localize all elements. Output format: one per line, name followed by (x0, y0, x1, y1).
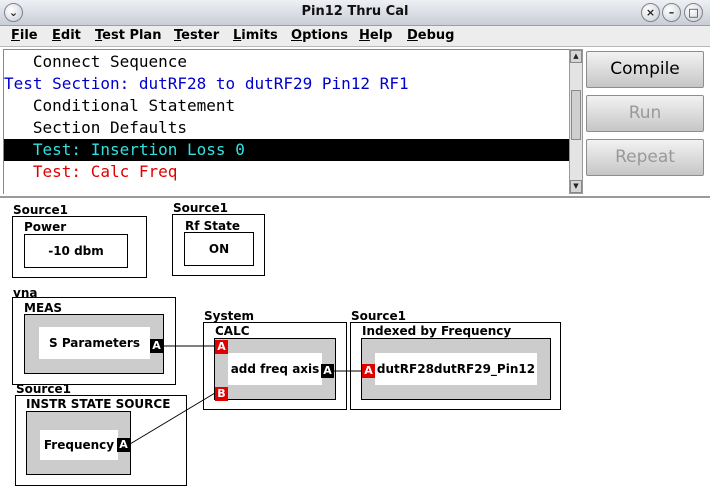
minimize-icon[interactable]: – (662, 3, 681, 22)
scroll-up-icon[interactable]: ▲ (570, 50, 582, 63)
maximize-icon[interactable]: □ (684, 3, 703, 22)
menu-limits[interactable]: Limits (233, 28, 278, 43)
menu-test-plan[interactable]: Test Plan (95, 28, 161, 43)
window-title: Pin12 Thru Cal (301, 4, 409, 19)
menu-options[interactable]: Options (291, 28, 348, 43)
close-icon[interactable]: × (641, 3, 660, 22)
sequence-item[interactable]: Test: Calc Freq (4, 161, 570, 183)
sequence-item[interactable]: Connect Sequence (4, 51, 570, 73)
sequence-item[interactable]: Conditional Statement (4, 95, 570, 117)
sequence-scrollbar[interactable]: ▲ ▼ (569, 49, 583, 194)
scroll-down-icon[interactable]: ▼ (570, 180, 582, 193)
menu-debug[interactable]: Debug (407, 28, 454, 43)
menu-bar: File Edit Test Plan Tester Limits Option… (0, 26, 710, 47)
wire-instr-to-calc-b (129, 392, 216, 445)
sequence-list[interactable]: Connect Sequence Test Section: dutRF28 t… (3, 49, 570, 194)
menu-help[interactable]: Help (359, 28, 392, 43)
connection-wires (129, 345, 362, 445)
scroll-thumb[interactable] (571, 90, 581, 140)
repeat-button[interactable]: Repeat (586, 139, 704, 176)
menu-edit[interactable]: Edit (52, 28, 81, 43)
menu-tester[interactable]: Tester (174, 28, 219, 43)
menu-file[interactable]: File (11, 28, 38, 43)
sequence-item[interactable]: Section Defaults (4, 117, 570, 139)
sequence-item[interactable]: Test Section: dutRF28 to dutRF29 Pin12 R… (4, 73, 570, 95)
sequence-item-selected[interactable]: Test: Insertion Loss 0 (4, 139, 570, 161)
title-bar: ⌄ Pin12 Thru Cal × – □ (0, 0, 710, 26)
run-button[interactable]: Run (586, 95, 704, 132)
block-diagram-canvas[interactable]: Source1 Power -10 dbm Source1 Rf State O… (0, 196, 710, 493)
compile-button[interactable]: Compile (586, 51, 704, 88)
